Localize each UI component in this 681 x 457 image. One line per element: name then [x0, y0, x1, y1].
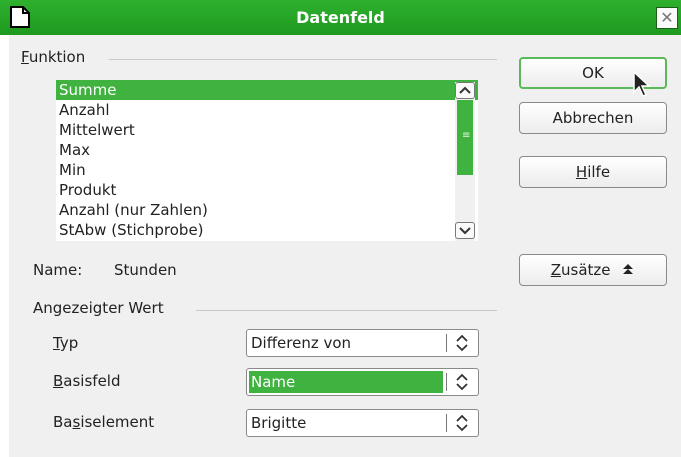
list-item[interactable]: Mittelwert [56, 120, 478, 140]
abbrechen-button[interactable]: Abbrechen [519, 102, 667, 134]
scroll-down-icon[interactable] [455, 222, 475, 239]
list-item[interactable]: Anzahl (nur Zahlen) [56, 200, 478, 220]
name-value: Stunden [114, 261, 177, 279]
datenfeld-dialog: Datenfeld ✕ Funktion Summe Anzahl Mittel… [0, 0, 681, 457]
close-icon[interactable]: ✕ [656, 7, 678, 29]
angezeigter-wert-separator [196, 310, 497, 311]
name-label: Name: [33, 261, 83, 279]
list-item[interactable]: StAbw (Stichprobe) [56, 220, 478, 240]
title-bar[interactable]: Datenfeld ✕ [0, 0, 681, 35]
scroll-thumb[interactable]: ≡ [457, 100, 473, 175]
typ-label: Typ [53, 334, 79, 352]
basiselement-value: Brigitte [251, 414, 307, 432]
dialog-body: Funktion Summe Anzahl Mittelwert Max Min… [9, 35, 681, 457]
window-title: Datenfeld [296, 8, 385, 27]
funktion-label-rest: unktion [28, 48, 86, 66]
combo-separator [446, 373, 447, 391]
angezeigter-wert-label: Angezeigter Wert [33, 299, 164, 317]
list-scrollbar[interactable]: ≡ [455, 82, 475, 243]
list-item[interactable]: Summe [56, 80, 478, 100]
combo-separator [446, 414, 447, 432]
funktion-mnemonic: F [21, 48, 29, 66]
spin-icon[interactable] [452, 413, 472, 433]
typ-value: Differenz von [251, 334, 352, 352]
typ-select[interactable]: Differenz von [246, 329, 479, 357]
zusaetze-button[interactable]: Zusätze [519, 254, 667, 286]
list-item[interactable]: Max [56, 140, 478, 160]
list-item[interactable]: Produkt [56, 180, 478, 200]
funktion-label: Funktion [21, 48, 85, 66]
basisfeld-select[interactable]: Name [246, 368, 479, 396]
list-item[interactable]: Min [56, 160, 478, 180]
spin-icon[interactable] [452, 372, 472, 392]
scroll-up-icon[interactable] [455, 82, 475, 99]
basiselement-select[interactable]: Brigitte [246, 409, 479, 437]
mouse-cursor-icon [633, 70, 651, 97]
chevron-up-icon [623, 264, 634, 274]
basisfeld-label: Basisfeld [53, 372, 121, 390]
funktion-separator [109, 59, 497, 60]
hilfe-button[interactable]: Hilfe [519, 156, 667, 188]
list-item[interactable]: Anzahl [56, 100, 478, 120]
spin-icon[interactable] [452, 333, 472, 353]
basisfeld-value: Name [249, 371, 443, 393]
combo-separator [446, 334, 447, 352]
funktion-list[interactable]: Summe Anzahl Mittelwert Max Min Produkt … [56, 80, 478, 241]
basiselement-label: Basiselement [53, 413, 155, 431]
